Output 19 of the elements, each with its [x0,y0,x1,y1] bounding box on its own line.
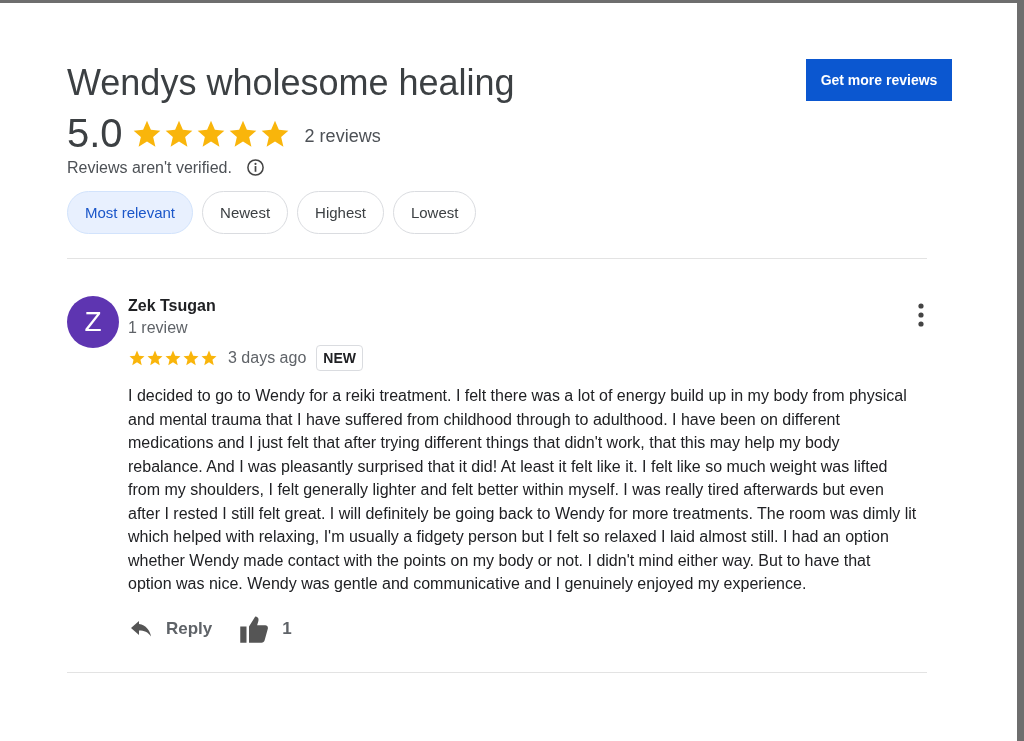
get-more-reviews-button[interactable]: Get more reviews [806,59,952,101]
reply-button[interactable]: Reply [128,613,213,644]
reviewer-review-count: 1 review [128,319,189,337]
sort-chip[interactable]: Newest [202,191,289,234]
sort-chip[interactable]: Most relevant [67,191,194,234]
avatar: Z [67,296,119,348]
review-text: I decided to go to Wendy for a reiki treatment. I felt there was a lot of energy build up in my body from physical and mental trauma that I have suffered from childhood through to adulthood. I have been on different medications and I just felt that after trying different things that didn't work, that this may help my body rebalance. And I was pleasantly surprised that it did! At least it felt like it. I felt like so much weight was lifted from my shoulders, I felt generally lighter and felt better within myself. I was really tired afterwards but even after I rested I still felt great. I will definitely be going back to Wendy for more treatments. The room was dimly lit which helped with relaxing, I'm usually a fidgety person but I felt so relaxed I laid almost still. I had an option whether Wendy made contact with the points on my body or not. I didn't mind either way. But to have that option was nice. Wendy was gentle and communicative and I genuinely enjoyed my experience. [128,386,918,594]
rating-score: 5.0 [67,111,123,156]
new-badge: NEW [316,345,363,371]
review-time: 3 days ago [228,349,307,367]
info-icon[interactable] [245,158,265,177]
sort-chip[interactable]: Lowest [392,191,477,234]
place-title: Wendys wholesome healing [67,63,515,103]
like-button[interactable]: 1 [238,613,292,644]
reviewer-name[interactable]: Zek Tsugan [128,297,216,315]
more-options-icon[interactable] [917,303,925,327]
sort-chip[interactable]: Highest [297,191,384,234]
verification-note: Reviews aren't verified. [67,158,232,177]
review-count: 2 reviews [304,126,381,147]
